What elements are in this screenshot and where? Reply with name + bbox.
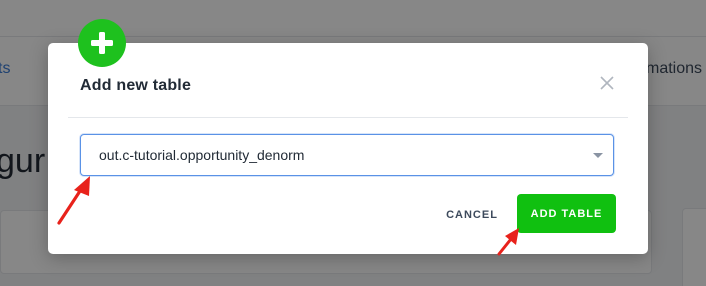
dialog-title: Add new table xyxy=(80,77,192,94)
caret-down-icon xyxy=(593,153,603,158)
annotation-arrow-select xyxy=(57,176,90,225)
close-icon[interactable] xyxy=(597,73,617,93)
add-table-button[interactable]: ADD TABLE xyxy=(517,194,616,233)
table-select[interactable]: out.c-tutorial.opportunity_denorm xyxy=(80,134,614,176)
plus-icon xyxy=(78,19,126,67)
screen: ts mations gur Add new table out.c-tutor… xyxy=(0,0,706,286)
add-table-dialog: Add new table out.c-tutorial.opportunity… xyxy=(48,43,648,254)
table-select-value: out.c-tutorial.opportunity_denorm xyxy=(99,147,305,163)
dialog-divider xyxy=(68,117,628,118)
annotation-arrow-add-table xyxy=(497,228,519,256)
